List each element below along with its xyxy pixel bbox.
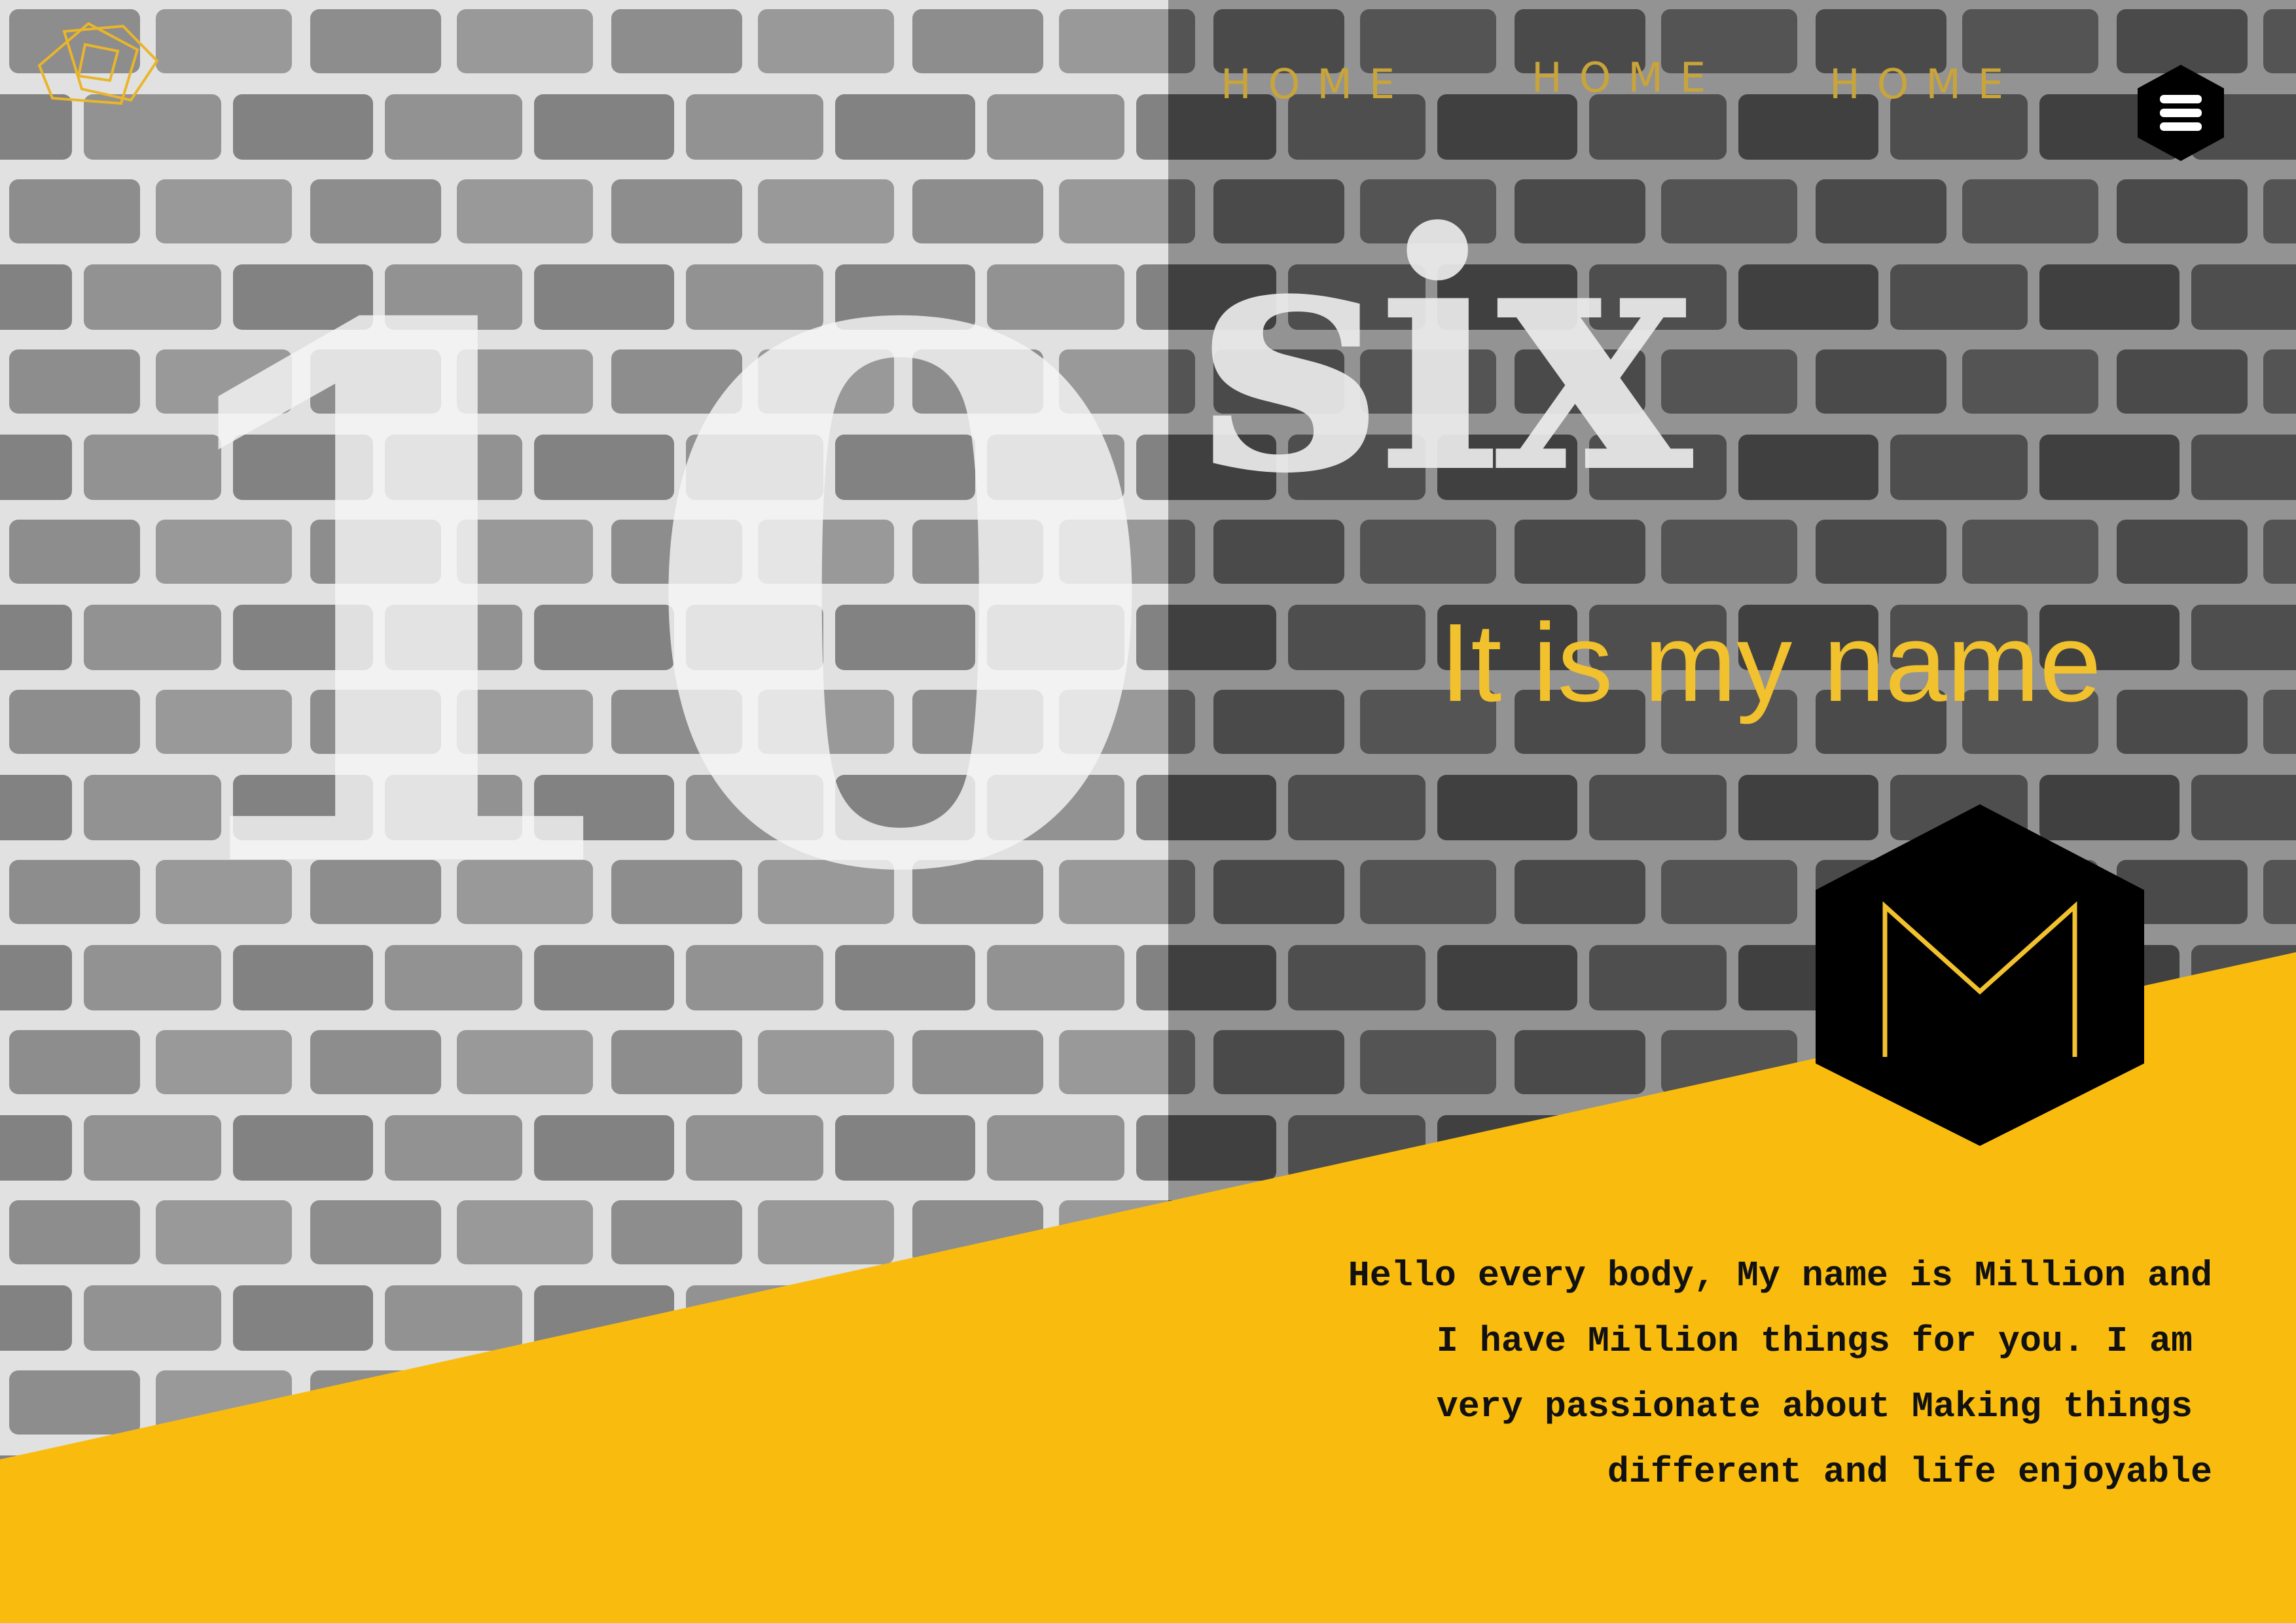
intro-line-3: very passionate about Making things bbox=[1436, 1386, 2193, 1427]
hero-section: HOME HOME HOME 10 six It is my name M He… bbox=[0, 0, 2296, 1623]
hero-big-number: 10 bbox=[124, 171, 1168, 1033]
intro-paragraph: Hello every body, My name is Million and… bbox=[1230, 1243, 2212, 1505]
hero-word: six bbox=[1198, 161, 1691, 545]
nav-home-link-3[interactable]: HOME bbox=[1829, 60, 2020, 108]
intro-line-2: I have Million things for you. I am bbox=[1436, 1321, 2193, 1362]
nav-home-link-2[interactable]: HOME bbox=[1532, 54, 1723, 101]
m-monogram-icon: M bbox=[1816, 804, 2144, 1146]
hamburger-menu-icon[interactable] bbox=[2135, 62, 2227, 164]
intro-line-1: Hello every body, My name is Million and bbox=[1348, 1255, 2212, 1296]
nav-home-link-1[interactable]: HOME bbox=[1221, 60, 1412, 108]
hero-tagline: It is my name bbox=[1440, 601, 2102, 725]
geometric-logo-icon[interactable] bbox=[26, 12, 164, 110]
intro-line-4: different and life enjoyable bbox=[1607, 1452, 2212, 1493]
